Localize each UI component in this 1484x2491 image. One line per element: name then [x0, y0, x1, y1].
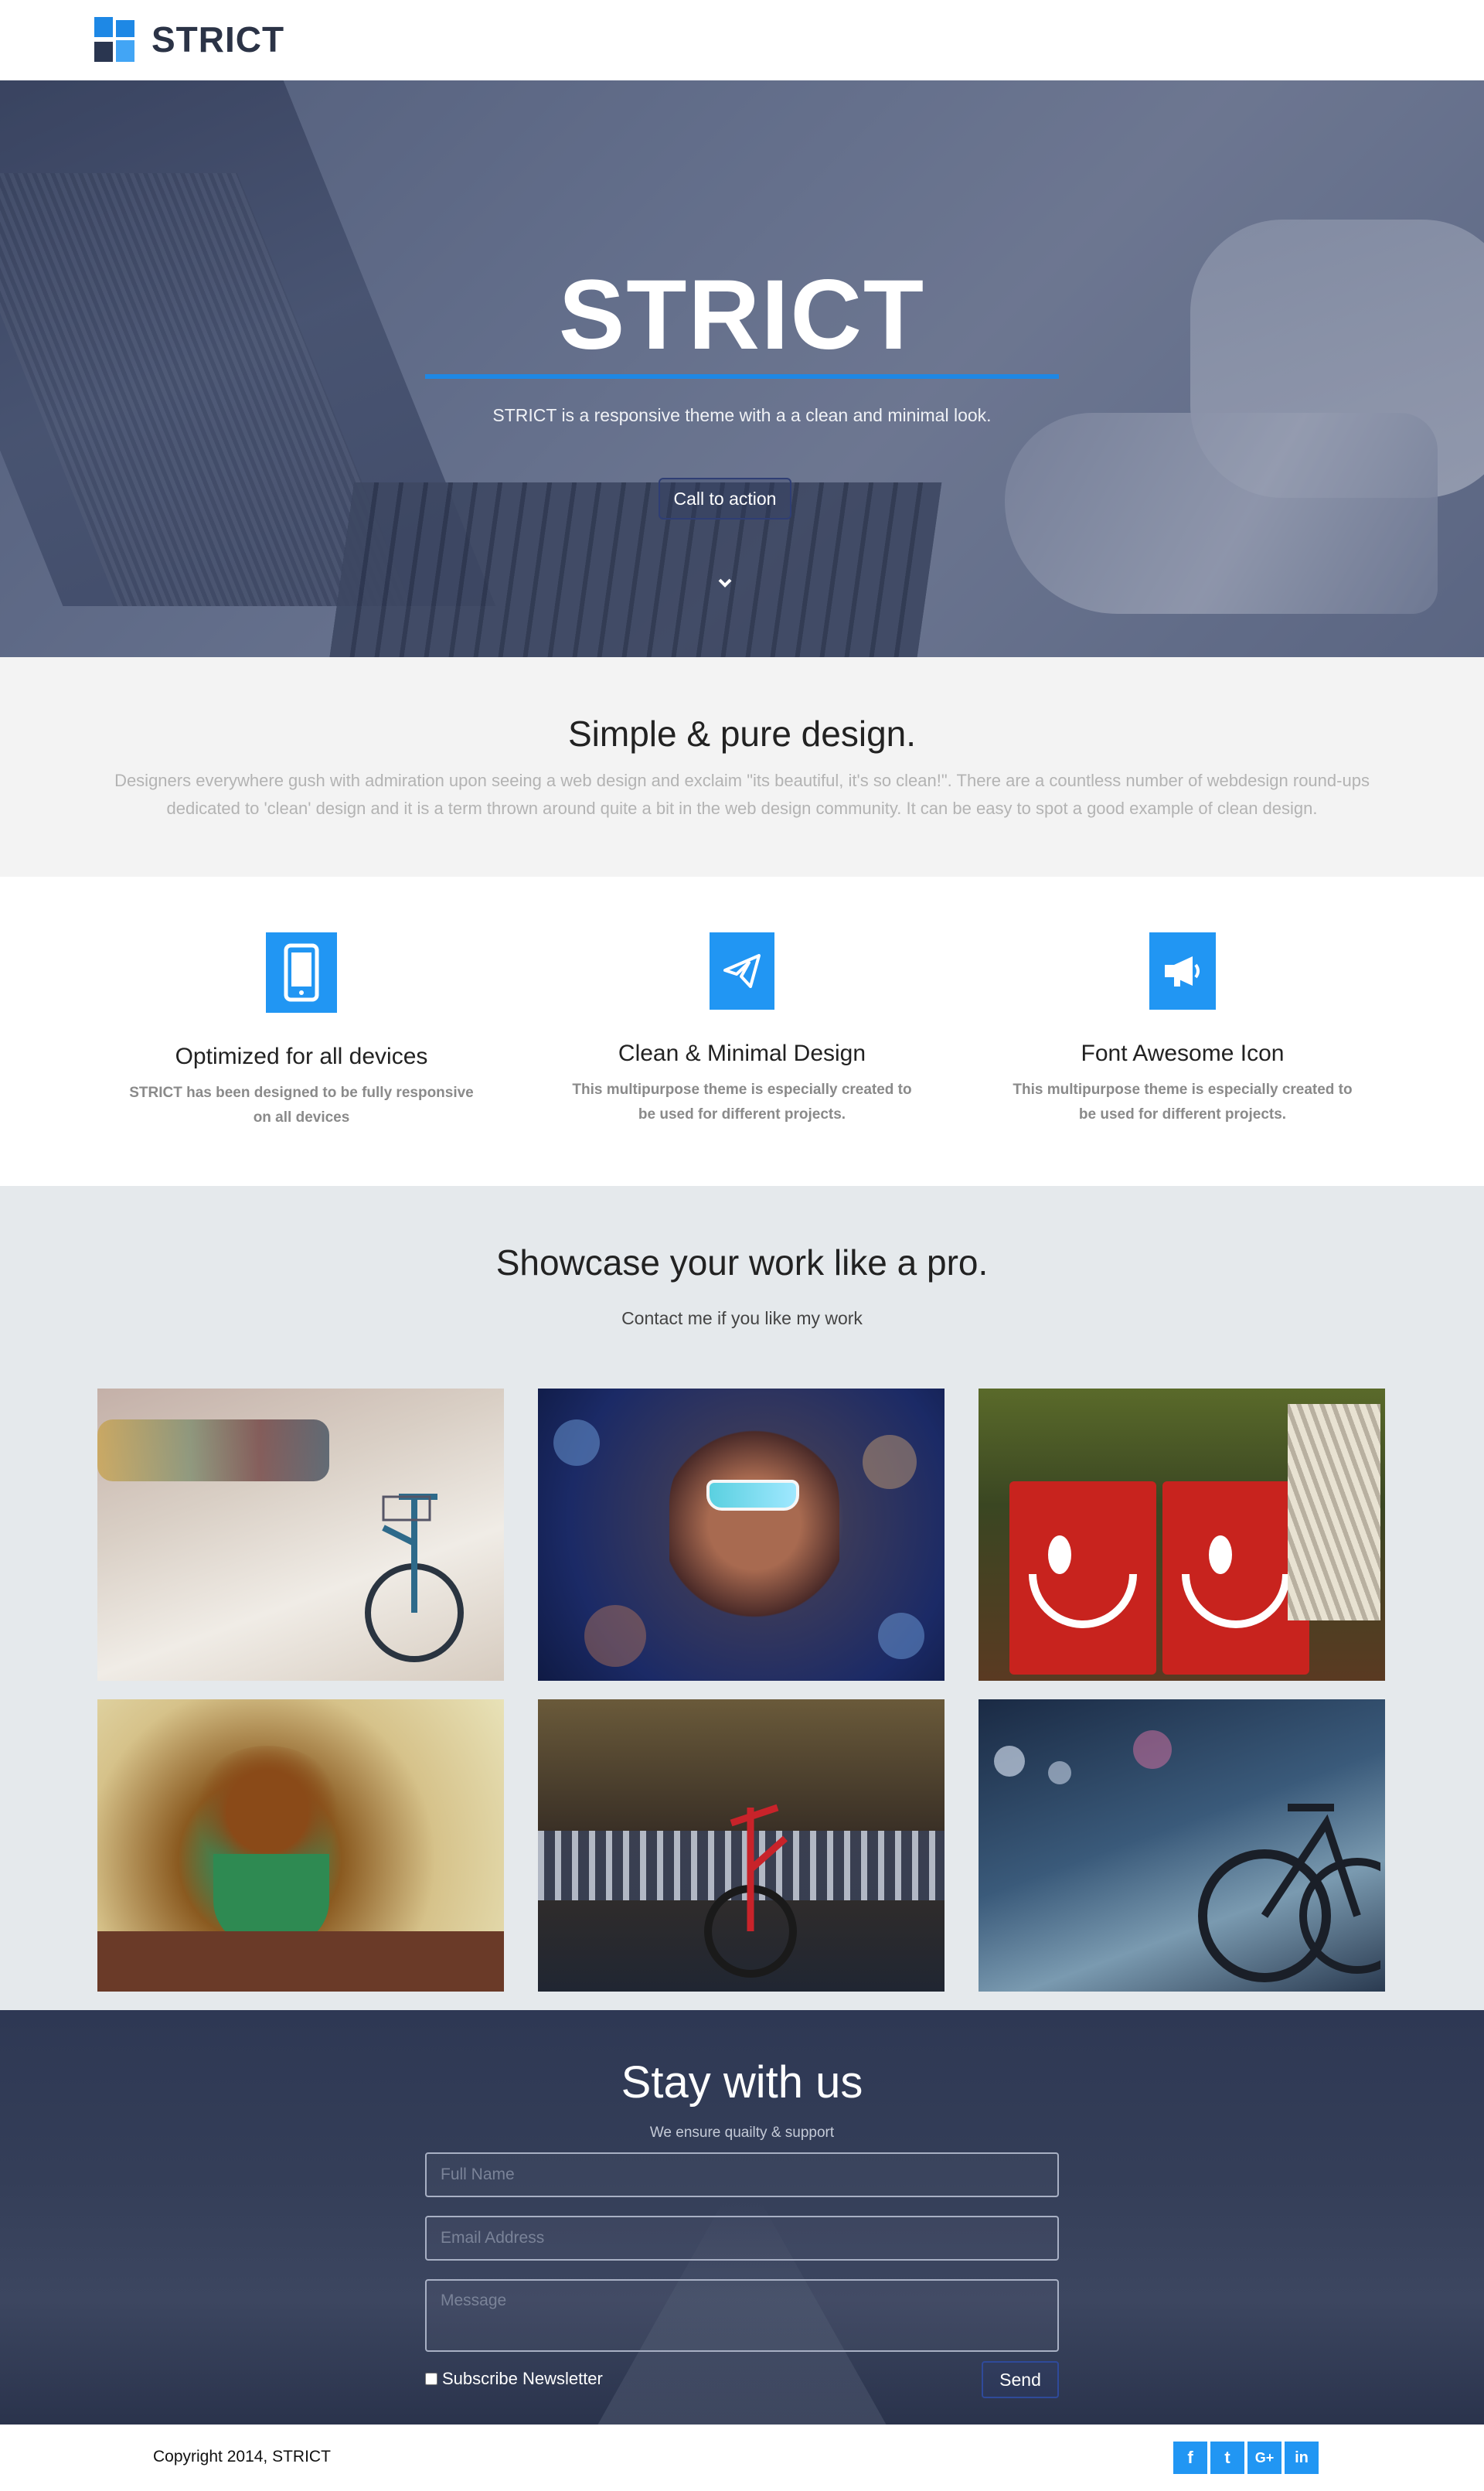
feature-design: Clean & Minimal Design This multipurpose…	[564, 932, 920, 1127]
hero-section: STRICT STRICT is a responsive theme with…	[0, 80, 1484, 657]
showcase-section: Showcase your work like a pro. Contact m…	[0, 1186, 1484, 2010]
portfolio-image-bicycle-night[interactable]	[979, 1699, 1385, 1992]
portfolio-image-coffee-splash[interactable]	[97, 1699, 504, 1992]
logo-icon	[94, 17, 134, 62]
portfolio-image-bicycle-street[interactable]	[97, 1389, 504, 1681]
showcase-title: Showcase your work like a pro.	[495, 1242, 989, 1283]
portfolio-image-red-bicycle[interactable]	[538, 1699, 945, 1992]
contact-tagline: We ensure quailty & support	[649, 2125, 835, 2141]
contact-title: Stay with us	[621, 2057, 863, 2108]
hero-title: STRICT	[558, 260, 926, 370]
newsletter-checkbox-label[interactable]: Subscribe Newsletter	[425, 2369, 603, 2389]
copyright-text: Copyright 2014, STRICT	[153, 2448, 331, 2465]
hero-divider	[425, 374, 1059, 379]
portfolio-image-red-mugs[interactable]	[979, 1389, 1385, 1681]
features-section: Optimized for all devices STRICT has bee…	[0, 877, 1484, 1186]
message-textarea[interactable]	[425, 2279, 1059, 2352]
chevron-down-icon[interactable]	[714, 572, 736, 594]
newsletter-checkbox[interactable]	[425, 2373, 437, 2385]
intro-text: Designers everywhere gush with admiratio…	[114, 771, 1370, 818]
send-button[interactable]: Send	[982, 2361, 1059, 2398]
facebook-icon[interactable]: f	[1173, 2442, 1207, 2474]
feature-text: This multipurpose theme is especially cr…	[572, 1082, 912, 1123]
site-footer: Copyright 2014, STRICT f t G+ in	[0, 2425, 1484, 2491]
showcase-subtitle: Contact me if you like my work	[621, 1308, 863, 1328]
linkedin-icon[interactable]: in	[1285, 2442, 1319, 2474]
feature-text: This multipurpose theme is especially cr…	[1013, 1082, 1353, 1123]
mobile-icon	[266, 932, 337, 1013]
intro-section: Simple & pure design. Designers everywhe…	[0, 657, 1484, 877]
intro-title: Simple & pure design.	[567, 714, 917, 754]
call-to-action-button[interactable]: Call to action	[659, 478, 791, 520]
feature-text: STRICT has been designed to be fully res…	[129, 1085, 474, 1126]
paper-plane-icon	[710, 932, 774, 1010]
logo[interactable]: STRICT	[94, 17, 284, 62]
twitter-icon[interactable]: t	[1210, 2442, 1244, 2474]
bullhorn-icon	[1149, 932, 1216, 1010]
email-input[interactable]	[425, 2216, 1059, 2261]
full-name-input[interactable]	[425, 2152, 1059, 2197]
social-links: f t G+ in	[1173, 2442, 1319, 2474]
brand-name: STRICT	[151, 19, 285, 60]
feature-title: Optimized for all devices	[175, 1044, 428, 1069]
feature-devices: Optimized for all devices STRICT has bee…	[124, 932, 479, 1130]
hero-subtitle: STRICT is a responsive theme with a a cl…	[492, 405, 992, 425]
site-header: STRICT	[0, 0, 1484, 80]
feature-icons: Font Awesome Icon This multipurpose them…	[1005, 932, 1360, 1127]
contact-section: Stay with us We ensure quailty & support…	[0, 2010, 1484, 2425]
feature-title: Clean & Minimal Design	[618, 1041, 866, 1066]
feature-title: Font Awesome Icon	[1081, 1041, 1285, 1066]
portfolio-image-woman-glasses[interactable]	[538, 1389, 945, 1681]
google-plus-icon[interactable]: G+	[1247, 2442, 1281, 2474]
